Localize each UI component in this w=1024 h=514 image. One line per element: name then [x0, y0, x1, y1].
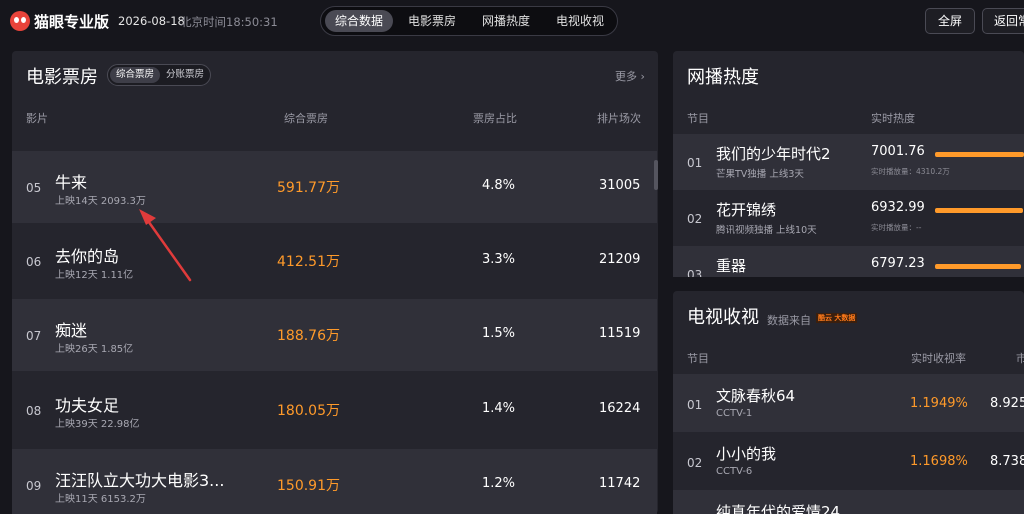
web-heat-header: 节目 实时热度	[0, 110, 1024, 125]
table-row[interactable]: 09 汪汪队立大功大电影3... 上映11天 6153.2万 150.91万 1…	[12, 449, 657, 514]
tab-split-box[interactable]: 分账票房	[161, 67, 209, 83]
tab-tv-ratings[interactable]: 电视收视	[545, 10, 615, 32]
film-meta: 上映11天 6153.2万	[55, 494, 146, 505]
film-meta: 上映12天 1.11亿	[55, 270, 134, 281]
list-item[interactable]: 03 重器 6797.23	[673, 246, 1024, 277]
film-shows: 16224	[599, 401, 641, 416]
film-shows: 11742	[599, 476, 641, 491]
film-shows: 21209	[599, 252, 641, 267]
list-item[interactable]: 01 我们的少年时代2 芒果TV独播 上线3天 7001.76 实时播放量：43…	[673, 134, 1024, 190]
row-rank: 02	[687, 456, 703, 470]
box-office-title: 电影票房	[26, 67, 98, 88]
row-rank: 03	[687, 268, 703, 277]
table-row[interactable]: 08 功夫女足 上映39天 22.98亿 180.05万 1.4% 16224	[12, 374, 657, 446]
film-name: 汪汪队立大功大电影3...	[55, 471, 225, 490]
film-box: 412.51万	[277, 254, 340, 270]
channel-name: CCTV-6	[716, 466, 753, 477]
film-name: 功夫女足	[55, 396, 120, 415]
row-rank: 01	[687, 398, 703, 412]
logo-text: 猫眼专业版	[34, 12, 110, 31]
current-date: 2026-08-18	[118, 14, 185, 28]
heat-bar	[935, 264, 1021, 269]
program-meta: 芒果TV独播 上线3天	[716, 169, 804, 180]
table-row[interactable]: 06 去你的岛 上映12天 1.11亿 412.51万 3.3% 21209	[12, 225, 657, 297]
tv-source-label: 数据来自	[767, 314, 811, 327]
heat-bar	[935, 208, 1023, 213]
film-box: 591.77万	[277, 180, 340, 196]
beijing-clock: 北京时间18:50:31	[180, 15, 278, 29]
heat-value: 6932.99	[871, 200, 925, 215]
list-item[interactable]: 02 小小的我 CCTV-6 1.1698% 8.738	[673, 432, 1024, 490]
heat-bar	[935, 152, 1024, 157]
film-name: 痴迷	[55, 321, 88, 340]
heat-value: 7001.76	[871, 144, 925, 159]
film-name: 牛来	[55, 173, 88, 192]
fullscreen-button[interactable]: 全屏	[925, 8, 975, 34]
tv-title: 电视收视	[687, 307, 759, 328]
play-count: 实时播放量：4310.2万	[871, 167, 950, 176]
brand-logo[interactable]: 猫眼专业版	[10, 10, 109, 32]
data-source-logo: 酷云 大数据	[816, 313, 858, 323]
tab-combined-box[interactable]: 综合票房	[110, 67, 160, 83]
film-box: 150.91万	[277, 478, 340, 494]
film-ratio: 3.3%	[482, 252, 516, 267]
film-ratio: 4.8%	[482, 178, 516, 193]
share-value: 8.738	[990, 454, 1024, 469]
header-rate: 实时收视率	[911, 352, 966, 365]
program-name: 我们的少年时代2	[716, 145, 831, 163]
play-count: 实时播放量：--	[871, 223, 922, 232]
film-box: 188.76万	[277, 328, 340, 344]
row-rank: 02	[687, 212, 703, 226]
row-rank: 08	[26, 404, 42, 418]
film-name: 去你的岛	[55, 247, 120, 266]
row-rank: 07	[26, 329, 42, 343]
web-heat-title: 网播热度	[687, 67, 759, 88]
header-program: 节目	[687, 352, 709, 365]
film-box: 180.05万	[277, 403, 340, 419]
list-item[interactable]: 01 文脉春秋64 CCTV-1 1.1949% 8.925	[673, 374, 1024, 432]
film-shows: 11519	[599, 326, 641, 341]
row-rank: 09	[26, 479, 42, 493]
scrollbar-thumb[interactable]	[654, 160, 658, 190]
film-ratio: 1.4%	[482, 401, 516, 416]
main-nav: 综合数据 电影票房 网播热度 电视收视	[320, 6, 618, 36]
header-program: 节目	[687, 112, 709, 125]
row-rank: 05	[26, 181, 42, 195]
channel-name: CCTV-1	[716, 408, 753, 419]
more-link[interactable]: 更多 ›	[615, 68, 645, 84]
film-meta: 上映14天 2093.3万	[55, 196, 146, 207]
share-value: 8.925	[990, 396, 1024, 411]
heat-value: 6797.23	[871, 256, 925, 271]
row-rank: 06	[26, 255, 42, 269]
list-item[interactable]: 03 纯真年代的爱情24	[673, 490, 1024, 514]
rating-value: 1.1949%	[910, 396, 968, 411]
header-share: 市	[1016, 352, 1024, 365]
more-label: 更多	[615, 70, 637, 83]
row-rank: 01	[687, 156, 703, 170]
program-name: 文脉春秋64	[716, 387, 796, 405]
header-heat: 实时热度	[871, 112, 915, 125]
film-shows: 31005	[599, 178, 641, 193]
back-button[interactable]: 返回常	[982, 8, 1024, 34]
table-row[interactable]: 05 牛来 上映14天 2093.3万 591.77万 4.8% 31005	[12, 151, 657, 223]
tab-web-heat[interactable]: 网播热度	[471, 10, 541, 32]
cat-eye-logo-icon	[10, 11, 30, 31]
film-ratio: 1.5%	[482, 326, 516, 341]
chevron-right-icon: ›	[637, 70, 645, 83]
tab-box-office[interactable]: 电影票房	[397, 10, 467, 32]
tv-header: 节目 实时收视率 市	[0, 350, 1024, 365]
film-meta: 上映39天 22.98亿	[55, 419, 140, 430]
program-name: 花开锦绣	[716, 201, 777, 219]
box-office-type-switch: 综合票房 分账票房	[107, 64, 211, 86]
program-meta: 腾讯视频独播 上线10天	[716, 225, 817, 236]
list-item[interactable]: 02 花开锦绣 腾讯视频独播 上线10天 6932.99 实时播放量：--	[673, 190, 1024, 246]
program-name: 纯真年代的爱情24	[716, 503, 841, 514]
top-bar: 猫眼专业版 2026-08-18 北京时间18:50:31 综合数据 电影票房 …	[0, 0, 1024, 42]
program-name: 小小的我	[716, 445, 777, 463]
film-ratio: 1.2%	[482, 476, 516, 491]
rating-value: 1.1698%	[910, 454, 968, 469]
tab-overview[interactable]: 综合数据	[325, 10, 393, 32]
program-name: 重器	[716, 257, 747, 275]
